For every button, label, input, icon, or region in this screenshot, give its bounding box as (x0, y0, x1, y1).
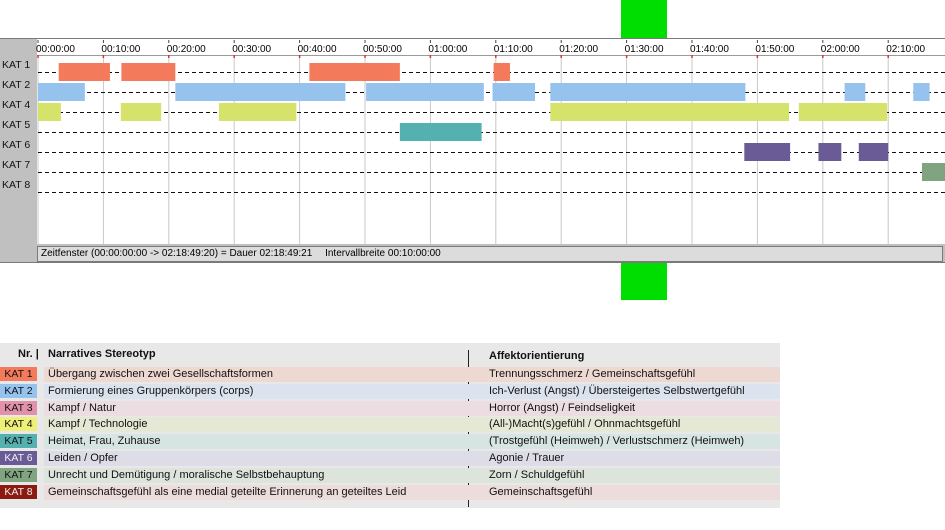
legend-header-nr: Nr. | (18, 348, 39, 360)
tick-label-5: 00:50:00 (363, 44, 402, 55)
legend-affect-text: Ich-Verlust (Angst) / Übersteigertes Sel… (489, 384, 745, 397)
category-label-kat-7: KAT 7 (2, 159, 31, 171)
legend-category-swatch: KAT 5 (0, 434, 37, 449)
tick-label-3: 00:30:00 (232, 44, 271, 55)
segment-kat-1-3 (493, 63, 510, 81)
segment-kat-5-16 (399, 123, 482, 141)
legend-stereotype-text: Kampf / Technologie (48, 418, 148, 431)
legend-row: KAT 3 Kampf / Natur Horror (Angst) / Feind… (0, 400, 780, 416)
segment-kat-2-10 (913, 83, 930, 101)
legend-row: KAT 6 Leiden / Opfer Agonie / Trauer (0, 450, 780, 466)
legend-stereotype-text: Heimat, Frau, Zuhause (48, 435, 161, 448)
segment-kat-1-0 (58, 63, 110, 81)
timeline-svg: 00:00:00 00:10:00 00:20:00 00:30:00 00:40:00… (36, 40, 945, 244)
segment-kat-1-2 (309, 63, 400, 81)
tick-label-2: 00:20:00 (167, 44, 206, 55)
tick-label-7: 01:10:00 (494, 44, 533, 55)
tick-label-1: 00:10:00 (101, 44, 140, 55)
tick-label-6: 01:00:00 (428, 44, 467, 55)
legend-row-background (44, 400, 780, 416)
legend-category-swatch: KAT 8 (0, 484, 37, 499)
segment-kat-4-14 (550, 103, 790, 121)
legend-row: KAT 7 Unrecht und Demütigung / moralische… (0, 467, 780, 483)
legend-affect-text: Agonie / Trauer (489, 452, 565, 464)
category-label-kat-1: KAT 1 (2, 59, 31, 71)
segment-kat-2-4 (38, 83, 85, 101)
tick-label-9: 01:30:00 (625, 44, 664, 55)
segment-kat-4-12 (120, 103, 162, 121)
timeline-status-bar: Zeitfenster (00:00:00:00 -> 02:18:49:20)… (37, 246, 943, 262)
time-window-text: Zeitfenster (00:00:00:00 -> 02:18:49:20)… (41, 248, 313, 259)
tick-label-0: 00:00:00 (36, 44, 75, 55)
category-legend-table: Nr. | Narratives Stereotyp Affektorienti… (0, 343, 780, 508)
playhead-marker-top[interactable] (621, 0, 667, 38)
legend-stereotype-text: Kampf / Natur (48, 401, 116, 414)
segment-kat-2-6 (366, 83, 484, 101)
legend-category-swatch: KAT 3 (0, 400, 37, 415)
tick-label-4: 00:40:00 (298, 44, 337, 55)
legend-category-swatch: KAT 4 (0, 417, 37, 432)
legend-row: KAT 2 Formierung eines Gruppenkörpers (co… (0, 383, 780, 399)
tick-label-8: 01:20:00 (559, 44, 598, 55)
segment-kat-2-7 (492, 83, 536, 101)
segment-kat-6-19 (858, 143, 889, 161)
legend-stereotype-text: Unrecht und Demütigung / moralische Selb… (48, 468, 325, 481)
legend-row: KAT 8 Gemeinschaftsgefühl als eine medial… (0, 484, 780, 500)
legend-affect-text: Trennungsschmerz / Gemeinschaftsgefühl (489, 368, 696, 380)
segment-kat-4-11 (38, 103, 61, 121)
legend-affect-text: Gemeinschaftsgefühl (489, 485, 593, 498)
legend-stereotype-text: Übergang zwischen zwei Gesellschaftsform… (48, 368, 273, 380)
interval-width-text: Intervallbreite 00:10:00:00 (325, 248, 441, 259)
legend-affect-text: Zorn / Schuldgefühl (489, 468, 585, 481)
legend-category-swatch: KAT 7 (0, 467, 37, 482)
timeline-chart: 00:00:00 00:10:00 00:20:00 00:30:00 00:40:00… (0, 38, 945, 263)
legend-header-affect: Affektorientierung (489, 350, 585, 362)
segment-kat-4-13 (218, 103, 297, 121)
legend-header-stereotype: Narratives Stereotyp (48, 348, 156, 360)
segment-kat-4-15 (798, 103, 888, 121)
segment-kat-2-8 (550, 83, 746, 101)
segment-kat-1-1 (121, 63, 176, 81)
tick-label-11: 01:50:00 (755, 44, 794, 55)
tick-label-13: 02:10:00 (886, 44, 925, 55)
legend-affect-text: (Trostgefühl (Heimweh) / Verlustschmerz … (489, 435, 745, 448)
legend-category-swatch: KAT 1 (0, 367, 37, 381)
legend-row: KAT 1 Übergang zwischen zwei Gesellschaft… (0, 366, 780, 382)
tick-label-10: 01:40:00 (690, 44, 729, 55)
segment-kat-6-18 (818, 143, 842, 161)
category-label-kat-2: KAT 2 (2, 79, 31, 91)
legend-row: KAT 5 Heimat, Frau, Zuhause (Trostgefühl (… (0, 433, 780, 450)
legend-stereotype-text: Formierung eines Gruppenkörpers (corps) (48, 384, 254, 397)
category-label-kat-4: KAT 4 (2, 99, 31, 111)
segment-kat-6-17 (744, 143, 791, 161)
playhead-marker-bottom[interactable] (621, 262, 667, 300)
category-label-kat-8: KAT 8 (2, 179, 31, 191)
legend-affect-text: Horror (Angst) / Feindseligkeit (489, 401, 636, 414)
category-label-kat-6: KAT 6 (2, 139, 31, 151)
legend-stereotype-text: Leiden / Opfer (48, 452, 118, 464)
legend-row-background (44, 451, 780, 466)
legend-row: KAT 4 Kampf / Technologie (All-)Macht(s)ge… (0, 416, 780, 433)
tick-label-12: 02:00:00 (821, 44, 860, 55)
segment-kat-7-20 (921, 163, 945, 181)
legend-stereotype-text: Gemeinschaftsgefühl als eine medial gete… (48, 485, 407, 498)
legend-affect-text: (All-)Macht(s)gefühl / Ohnmachtsgefühl (489, 418, 681, 431)
segment-kat-2-9 (844, 83, 866, 101)
category-label-kat-5: KAT 5 (2, 119, 31, 131)
segment-kat-2-5 (175, 83, 346, 101)
legend-category-swatch: KAT 6 (0, 451, 37, 465)
legend-category-swatch: KAT 2 (0, 383, 37, 398)
